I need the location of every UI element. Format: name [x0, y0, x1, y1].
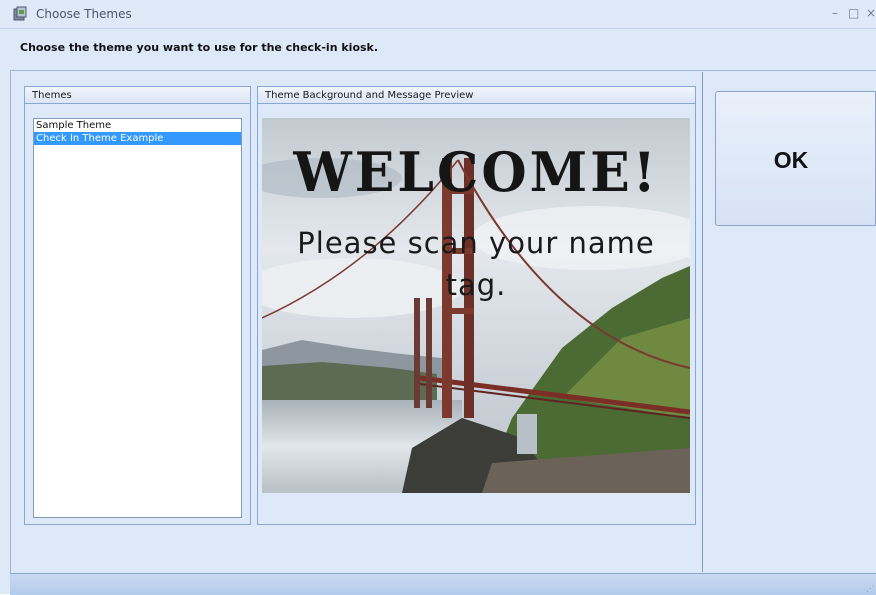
preview-message: Please scan your name tag. — [297, 226, 655, 302]
ok-button-label: OK — [773, 147, 809, 173]
instruction-text: Choose the theme you want to use for the… — [20, 41, 379, 54]
resize-grip-icon[interactable]: ⋰ — [866, 584, 874, 593]
maximize-icon[interactable]: □ — [848, 6, 859, 20]
welcome-text: WELCOME! — [293, 140, 659, 205]
list-item-sample-theme[interactable]: Sample Theme — [34, 119, 241, 132]
right-separator — [702, 72, 703, 572]
instruction-bar: Choose the theme you want to use for the… — [10, 30, 876, 71]
preview-header: Theme Background and Message Preview — [258, 87, 695, 104]
choose-themes-window: Choose Themes – □ × Choose the theme you… — [0, 0, 876, 595]
title-bar[interactable]: Choose Themes – □ × — [0, 0, 876, 29]
status-bar: ⋰ — [10, 573, 876, 595]
themes-group: Themes Sample Theme Check In Theme Examp… — [24, 86, 251, 525]
themes-header: Themes — [25, 87, 250, 104]
close-icon[interactable]: × — [866, 6, 876, 20]
ok-button[interactable]: OK — [715, 91, 876, 226]
themes-listbox[interactable]: Sample Theme Check In Theme Example — [33, 118, 242, 518]
window-title: Choose Themes — [36, 7, 132, 21]
minimize-icon[interactable]: – — [832, 6, 838, 20]
preview-group: Theme Background and Message Preview WEL… — [257, 86, 696, 525]
theme-background-preview: WELCOME! Please scan your name tag. — [262, 118, 690, 493]
app-icon — [13, 6, 27, 21]
list-item-check-in-theme-example[interactable]: Check In Theme Example — [34, 132, 241, 145]
